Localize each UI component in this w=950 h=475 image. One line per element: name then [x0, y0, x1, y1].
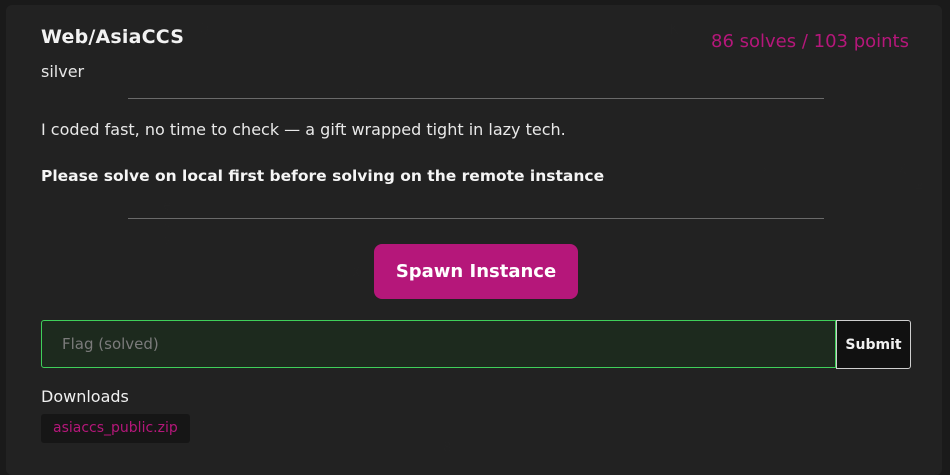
downloads-heading: Downloads	[41, 387, 129, 406]
challenge-note: Please solve on local first before solvi…	[41, 167, 604, 185]
challenge-title: Web/AsiaCCS	[41, 26, 184, 48]
spawn-instance-button[interactable]: Spawn Instance	[374, 244, 578, 299]
solves-points-stat: 86 solves / 103 points	[711, 31, 909, 52]
submit-flag-button[interactable]: Submit	[836, 320, 911, 369]
divider-bottom	[128, 218, 824, 219]
flag-input[interactable]	[41, 320, 836, 368]
difficulty-label: silver	[41, 62, 84, 81]
challenge-card: Web/AsiaCCS silver 86 solves / 103 point…	[6, 5, 942, 475]
challenge-description: I coded fast, no time to check — a gift …	[41, 120, 566, 139]
download-file-link[interactable]: asiaccs_public.zip	[41, 414, 190, 443]
divider-top	[128, 98, 824, 99]
